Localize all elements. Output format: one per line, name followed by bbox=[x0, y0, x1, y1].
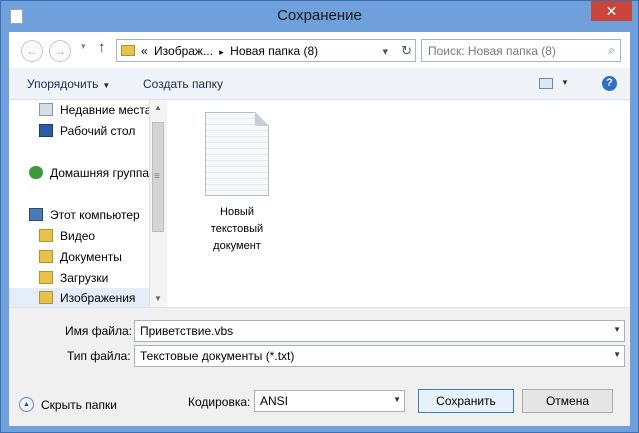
filetype-label: Тип файла: bbox=[67, 349, 131, 363]
filename-label: Имя файла: bbox=[65, 324, 132, 338]
window-title: Сохранение bbox=[277, 7, 362, 24]
sidebar-item-label: Изображения bbox=[60, 291, 136, 305]
filename-value: Приветствие.vbs bbox=[140, 324, 234, 338]
scroll-down-icon[interactable]: ▼ bbox=[150, 291, 166, 307]
sidebar-item-label: Этот компьютер bbox=[50, 208, 140, 222]
view-dropdown-icon[interactable]: ▼ bbox=[561, 78, 569, 87]
breadcrumb: « Изображ... ▸ Новая папка (8) bbox=[141, 44, 321, 58]
sidebar-item-images[interactable]: Изображения bbox=[9, 288, 149, 307]
chevron-down-icon[interactable]: ▼ bbox=[393, 395, 401, 404]
address-bar[interactable]: « Изображ... ▸ Новая папка (8) ▾ ↻ bbox=[116, 39, 416, 62]
organize-label: Упорядочить bbox=[27, 77, 99, 91]
breadcrumb-item-images[interactable]: Изображ... bbox=[154, 44, 213, 58]
forward-button[interactable]: → bbox=[49, 40, 71, 62]
sidebar-item-video[interactable]: Видео bbox=[9, 226, 149, 246]
scroll-up-icon[interactable]: ▲ bbox=[150, 100, 166, 116]
sidebar-item-label: Видео bbox=[60, 229, 96, 243]
sidebar-item-label: Недавние места bbox=[60, 103, 149, 117]
up-button[interactable]: ↑ bbox=[98, 39, 106, 56]
address-row: ← → ▾ ↑ « Изображ... ▸ Новая папка (8) ▾… bbox=[9, 32, 630, 68]
file-list-area: Новый текстовый документ bbox=[167, 100, 630, 307]
address-dropdown-icon[interactable]: ▾ bbox=[383, 46, 389, 58]
sidebar-scrollbar[interactable]: ▲ ≡ ▼ bbox=[149, 100, 166, 307]
sidebar-item-desktop[interactable]: Рабочий стол bbox=[9, 121, 149, 141]
save-button[interactable]: Сохранить bbox=[418, 389, 514, 413]
recent-places-icon bbox=[39, 103, 53, 116]
back-button[interactable]: ← bbox=[21, 40, 43, 62]
command-toolbar: Упорядочить ▼ Создать папку ▼ ? bbox=[9, 68, 630, 100]
dialog-client: ← → ▾ ↑ « Изображ... ▸ Новая папка (8) ▾… bbox=[9, 32, 630, 426]
computer-icon bbox=[29, 208, 43, 221]
address-controls: ▾ ↻ bbox=[383, 43, 413, 59]
folder-icon bbox=[39, 291, 53, 304]
save-dialog-window: Сохранение ✕ ← → ▾ ↑ « Изображ... ▸ Нова… bbox=[0, 0, 639, 433]
encoding-label: Кодировка: bbox=[188, 395, 251, 409]
search-placeholder: Поиск: Новая папка (8) bbox=[428, 44, 556, 58]
file-item[interactable]: Новый текстовый документ bbox=[187, 112, 287, 255]
search-input[interactable]: Поиск: Новая папка (8) ⌕ bbox=[421, 39, 621, 62]
file-name: Новый текстовый документ bbox=[210, 206, 264, 252]
text-document-icon bbox=[205, 112, 269, 196]
sidebar-item-recent[interactable]: Недавние места bbox=[9, 100, 149, 120]
filetype-value: Текстовые документы (*.txt) bbox=[140, 349, 295, 363]
hide-folders-label: Скрыть папки bbox=[41, 398, 117, 412]
desktop-icon bbox=[39, 124, 53, 137]
new-folder-button[interactable]: Создать папку bbox=[143, 77, 223, 91]
sidebar-item-label: Документы bbox=[60, 250, 122, 264]
sidebar-item-label: Домашняя группа bbox=[50, 166, 149, 180]
navigation-pane: Недавние места Рабочий стол Домашняя гру… bbox=[9, 100, 149, 307]
chevron-down-icon[interactable]: ▼ bbox=[613, 325, 621, 334]
cancel-button[interactable]: Отмена bbox=[522, 389, 613, 413]
recent-locations-dropdown[interactable]: ▾ bbox=[81, 41, 86, 52]
breadcrumb-overflow[interactable]: « bbox=[141, 44, 148, 58]
sidebar-item-label: Загрузки bbox=[60, 271, 109, 285]
sidebar-item-label: Рабочий стол bbox=[60, 124, 136, 138]
search-icon[interactable]: ⌕ bbox=[608, 43, 615, 58]
breadcrumb-item-current[interactable]: Новая папка (8) bbox=[230, 44, 318, 58]
help-icon[interactable]: ? bbox=[602, 76, 617, 91]
encoding-select[interactable]: ANSI ▼ bbox=[254, 390, 405, 412]
folder-icon bbox=[39, 250, 53, 263]
downloads-icon bbox=[39, 271, 53, 284]
folder-icon bbox=[39, 229, 53, 242]
filetype-select[interactable]: Текстовые документы (*.txt) ▼ bbox=[134, 345, 625, 367]
grip-icon: ≡ bbox=[154, 171, 160, 182]
title-bar: Сохранение ✕ bbox=[1, 1, 638, 31]
breadcrumb-separator[interactable]: ▸ bbox=[219, 47, 224, 57]
encoding-value: ANSI bbox=[260, 394, 289, 408]
sidebar-item-documents[interactable]: Документы bbox=[9, 247, 149, 267]
filename-field[interactable]: Приветствие.vbs ▼ bbox=[134, 320, 625, 342]
view-options-icon[interactable] bbox=[539, 78, 553, 89]
chevron-up-icon: ▲ bbox=[19, 397, 34, 412]
sidebar-item-this-pc[interactable]: Этот компьютер bbox=[9, 205, 149, 225]
sidebar-item-downloads[interactable]: Загрузки bbox=[9, 268, 149, 288]
divider bbox=[9, 307, 630, 308]
refresh-icon[interactable]: ↻ bbox=[401, 43, 412, 58]
folder-icon bbox=[121, 45, 135, 56]
close-button[interactable]: ✕ bbox=[591, 1, 632, 21]
homegroup-icon bbox=[29, 166, 43, 179]
organize-button[interactable]: Упорядочить ▼ bbox=[27, 77, 110, 91]
chevron-down-icon: ▼ bbox=[102, 81, 111, 90]
chevron-down-icon[interactable]: ▼ bbox=[613, 350, 621, 359]
scrollbar-thumb[interactable]: ≡ bbox=[152, 122, 164, 232]
sidebar-item-homegroup[interactable]: Домашняя группа bbox=[9, 163, 149, 183]
